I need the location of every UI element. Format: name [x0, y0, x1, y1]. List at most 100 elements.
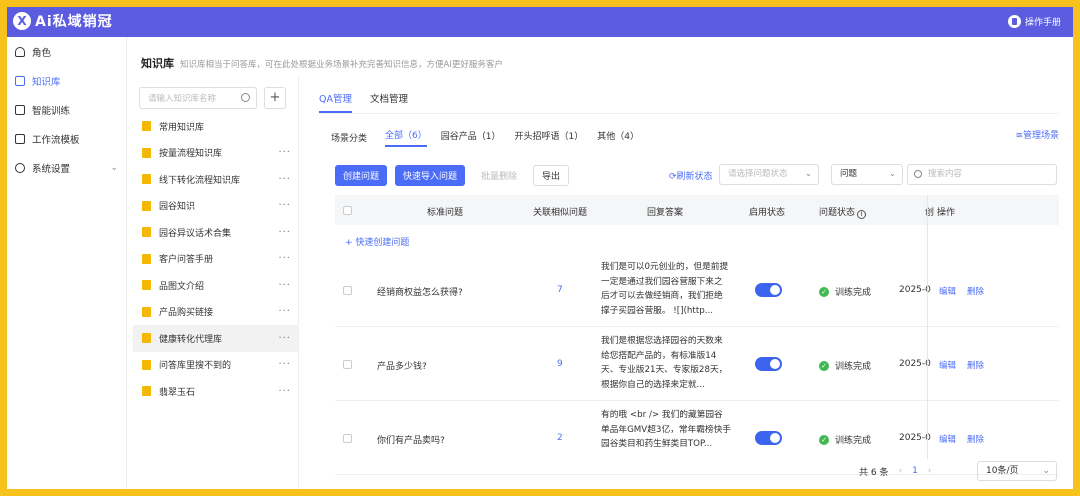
type-select[interactable]: 问题 ⌄: [831, 164, 903, 185]
more-icon[interactable]: ···: [278, 280, 291, 291]
tab-docs[interactable]: 文档管理: [370, 91, 408, 113]
row-checkbox[interactable]: [343, 286, 352, 295]
kb-item-label: 品图文介绍: [159, 281, 205, 292]
edit-link[interactable]: 编辑: [939, 433, 956, 445]
more-icon[interactable]: ···: [278, 253, 291, 264]
edit-link[interactable]: 编辑: [939, 359, 956, 371]
create-question-button[interactable]: 创建问题: [335, 164, 388, 186]
training-icon: [15, 104, 25, 115]
col-ops: 操作: [937, 208, 956, 218]
folder-icon: [142, 386, 151, 397]
kb-list-item[interactable]: 园谷异议话术合集 ···: [133, 219, 299, 246]
tab-qa[interactable]: QA管理: [319, 91, 352, 113]
kb-list-item[interactable]: 健康转化代理库 ···: [133, 325, 299, 352]
related-count-link[interactable]: 9: [557, 359, 563, 369]
tab-bar: QA管理 文档管理: [319, 91, 426, 113]
nav-item-settings[interactable]: 系统设置 ⌄: [7, 153, 126, 182]
content-search-input[interactable]: 搜索内容: [907, 164, 1057, 185]
row-checkbox[interactable]: [343, 434, 352, 443]
folder-icon: [142, 147, 151, 158]
col-question-status: 问题状态 i: [819, 205, 867, 219]
kb-list-item[interactable]: 问答库里搜不到的 ···: [133, 352, 299, 379]
answer-cell: 有的哦 <br /> 我们的藏第园谷单品年GMV超3亿，常年霸榜快手园谷类目和药…: [601, 410, 731, 449]
kb-search-input[interactable]: 请输入知识库名称: [139, 87, 257, 109]
toolbar: 创建问题 快速导入问题 批量删除 导出 ⟳刷新状态 请选择问题状态 ⌄ 问题 ⌄…: [335, 164, 1059, 186]
delete-link[interactable]: 删除: [967, 359, 984, 371]
export-button[interactable]: 导出: [533, 164, 570, 186]
folder-icon: [142, 359, 151, 370]
kb-item-label: 按量流程知识库: [159, 149, 223, 160]
nav-item-workflow[interactable]: 工作流模板: [7, 124, 126, 153]
more-icon[interactable]: ···: [278, 359, 291, 370]
folder-icon: [142, 333, 151, 344]
batch-delete-button[interactable]: 批量删除: [473, 165, 525, 186]
kb-item-label: 产品购买链接: [159, 308, 214, 319]
status-select[interactable]: 请选择问题状态 ⌄: [719, 164, 819, 185]
table-header: 标准问题 关联相似问题 回复答案 启用状态 问题状态 i 创 操作: [335, 195, 1059, 225]
nav-item-training[interactable]: 智能训练: [7, 95, 126, 124]
folder-icon: [142, 174, 151, 185]
page-description: 知识库相当于问答库，可在此处根据业务场景补充完善知识信息，方便AI更好服务客户: [180, 60, 503, 70]
app-title: Ai私域销冠: [35, 14, 113, 30]
enabled-toggle[interactable]: [755, 357, 782, 371]
row-checkbox[interactable]: [343, 360, 352, 369]
delete-link[interactable]: 删除: [967, 285, 984, 297]
manage-scene-button[interactable]: ≋管理场景: [1015, 128, 1059, 141]
user-icon: [15, 46, 25, 57]
type-select-value: 问题: [840, 169, 858, 179]
enabled-toggle[interactable]: [755, 283, 782, 297]
kb-item-label: 园谷异议话术合集: [159, 228, 232, 239]
more-icon[interactable]: ···: [278, 174, 291, 185]
manual-button[interactable]: 操作手册: [1007, 15, 1061, 28]
related-count-link[interactable]: 2: [557, 433, 563, 443]
nav-item-knowledge-base[interactable]: 知识库: [7, 66, 126, 95]
logo-icon: X: [13, 12, 31, 30]
nav-label: 系统设置: [32, 163, 71, 175]
app-logo[interactable]: X Ai私域销冠: [13, 11, 113, 31]
kb-list-item[interactable]: 客户问答手册 ···: [133, 246, 299, 273]
kb-list-item[interactable]: 品图文介绍 ···: [133, 272, 299, 299]
scene-label: 场景分类: [331, 134, 368, 144]
folder-icon: [142, 306, 151, 317]
content-search-placeholder: 搜索内容: [928, 169, 963, 179]
kb-list-item[interactable]: 园谷知识 ···: [133, 193, 299, 220]
more-icon[interactable]: ···: [278, 200, 291, 211]
more-icon[interactable]: ···: [278, 227, 291, 238]
main-content: QA管理 文档管理 场景分类 全部（6） 园谷产品（1） 开头招呼语（1） 其他…: [299, 77, 1073, 489]
col-question-status-label: 问题状态: [819, 208, 856, 218]
scene-other[interactable]: 其他（4）: [597, 129, 639, 146]
top-bar: X Ai私域销冠 操作手册: [7, 7, 1073, 37]
more-icon[interactable]: ···: [278, 386, 291, 397]
scene-all[interactable]: 全部（6）: [385, 128, 427, 147]
scene-greeting[interactable]: 开头招呼语（1）: [514, 129, 583, 146]
info-icon[interactable]: i: [857, 210, 867, 219]
related-count-link[interactable]: 7: [557, 285, 563, 295]
kb-list-item[interactable]: 线下转化流程知识库 ···: [133, 166, 299, 193]
scene-product[interactable]: 园谷产品（1）: [441, 129, 501, 146]
more-icon[interactable]: ···: [278, 306, 291, 317]
nav-item-role[interactable]: 角色: [7, 37, 126, 66]
status-badge: ✓ 训练完成: [819, 285, 871, 298]
page-1-button[interactable]: 1: [912, 466, 918, 476]
import-questions-button[interactable]: 快速导入问题: [395, 164, 466, 186]
refresh-status-button[interactable]: ⟳刷新状态: [669, 169, 713, 182]
kb-list-item[interactable]: 按量流程知识库 ···: [133, 140, 299, 167]
kb-item-label: 客户问答手册: [159, 255, 214, 266]
edit-link[interactable]: 编辑: [939, 285, 956, 297]
add-kb-button[interactable]: +: [264, 87, 286, 109]
kb-list: 常用知识库 按量流程知识库 ··· 线下转化流程知识库 ··· 园谷知识 ··· 园谷异议话术…: [133, 113, 299, 405]
more-icon[interactable]: ···: [278, 147, 291, 158]
kb-list-item[interactable]: 常用知识库: [133, 113, 299, 140]
select-all-checkbox[interactable]: [343, 206, 352, 215]
delete-link[interactable]: 删除: [967, 433, 984, 445]
prev-page-button[interactable]: ‹: [898, 466, 902, 476]
folder-icon: [142, 121, 151, 132]
page-size-select[interactable]: 10条/页 ⌄: [977, 461, 1057, 481]
kb-list-item[interactable]: 产品购买链接 ···: [133, 299, 299, 326]
more-icon[interactable]: ···: [278, 333, 291, 344]
enabled-toggle[interactable]: [755, 431, 782, 445]
table-row: 经销商权益怎么获得? 7 我们是可以0元创业的，但是前提一定是通过我们园谷营服下来之…: [335, 255, 1059, 327]
quick-create-button[interactable]: + 快速创建问题: [345, 235, 409, 248]
kb-list-item[interactable]: 翡翠玉石 ···: [133, 378, 299, 405]
next-page-button[interactable]: ›: [928, 466, 932, 476]
